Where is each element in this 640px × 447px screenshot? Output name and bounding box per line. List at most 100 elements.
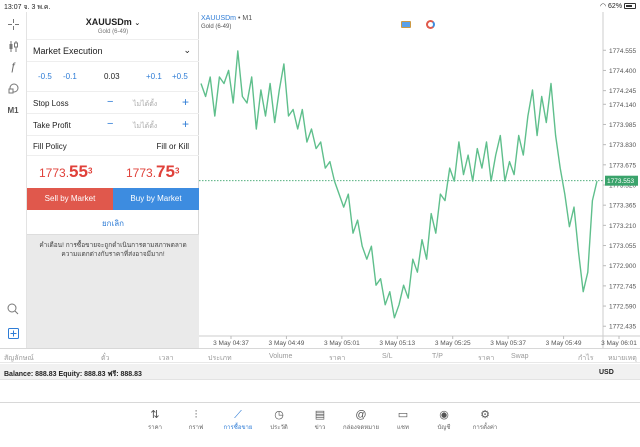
tab-news[interactable]: ▤ ข่าว (300, 408, 340, 432)
quotes-icon: ⇅ (150, 409, 160, 421)
order-panel: XAUUSDm ⌄ Gold (6-49) Market Execution ⌄… (27, 12, 199, 348)
tab-history[interactable]: ◷ ประวัติ (259, 408, 299, 432)
price-series-line (200, 50, 598, 319)
chevron-down-icon: ⌄ (134, 20, 141, 27)
col-ticket[interactable]: ตั๋ว (101, 353, 109, 364)
col-type[interactable]: ประเภท (208, 353, 232, 364)
tab-quotes[interactable]: ⇅ ราคา (135, 408, 175, 432)
zoom-search-icon[interactable] (5, 302, 21, 316)
history-icon: ◷ (274, 409, 284, 421)
chart-canvas: 1774.555 1774.400 1774.245 1774.140 1773.985… (199, 12, 640, 348)
take-profit-row: Take Profit − ไม่ได้ตั้ง + (27, 114, 199, 136)
col-swap[interactable]: Swap (511, 353, 529, 360)
col-volume[interactable]: Volume (269, 353, 292, 360)
timeframe-button[interactable]: M1 (5, 103, 21, 117)
candles-icon[interactable] (5, 39, 21, 53)
buy-by-market-button[interactable]: Buy by Market (113, 188, 199, 210)
tab-news-label: ข่าว (314, 425, 326, 431)
status-battery: ◠ 62% (600, 2, 636, 10)
balance-row: Balance: 888.83 Equity: 888.83 ฟรี: 888.… (0, 364, 640, 380)
tab-settings[interactable]: ⚙ การตั้งค่า (465, 408, 505, 432)
tab-mailbox-label: กล่องจดหมาย (342, 425, 380, 431)
fill-policy-row[interactable]: Fill Policy Fill or Kill (27, 136, 199, 156)
y-tick-label: 1772.900 (609, 263, 636, 270)
col-sl[interactable]: S/L (382, 353, 393, 360)
tab-chart[interactable]: ⫶ กราฟ (176, 408, 216, 432)
y-tick-label: 1772.745 (609, 283, 636, 290)
execution-type-label: Market Execution (33, 46, 103, 56)
bottom-tab-bar: ⇅ ราคา ⫶ กราฟ ⟋ การซื้อขาย ◷ ประวัติ ▤ ข่าว @… (0, 402, 640, 447)
balance-text: Balance: 888.83 Equity: 888.83 ฟรี: 888.… (4, 371, 142, 378)
col-symbol[interactable]: สัญลักษณ์ (4, 353, 34, 364)
execution-type-select[interactable]: Market Execution ⌄ (27, 40, 199, 62)
take-profit-input[interactable]: ไม่ได้ตั้ง (133, 121, 157, 132)
balance-currency: USD (599, 369, 614, 376)
tab-chart-label: กราฟ (188, 425, 204, 431)
warning-text: คำเตือน! การซื้อขายจะถูกดำเนินการตามสภาพ… (39, 242, 187, 258)
x-tick-label: 3 May 05:25 (435, 340, 471, 347)
y-tick-label: 1774.555 (609, 48, 636, 55)
chevron-down-icon: ⌄ (183, 45, 191, 55)
volume-plus-0-1[interactable]: +0.1 (146, 72, 162, 81)
fill-policy-value: Fill or Kill (156, 142, 189, 151)
add-order-icon[interactable] (5, 326, 21, 340)
trade-icon: ⟋ (234, 409, 242, 421)
col-price[interactable]: ราคา (329, 353, 345, 364)
crosshair-icon[interactable] (5, 17, 21, 31)
stop-loss-minus-button[interactable]: − (107, 96, 113, 108)
fill-policy-label: Fill Policy (33, 142, 67, 151)
cancel-button[interactable]: ยกเลิก (27, 217, 199, 230)
account-icon: ◉ (439, 409, 449, 421)
stop-loss-label: Stop Loss (33, 99, 69, 108)
price-chart[interactable]: XAUUSDm • M1 Gold (6-49) 1774.555 1774.40… (199, 12, 640, 348)
tab-chat-label: แชท (397, 425, 409, 431)
current-price-tag-label: 1773.553 (607, 178, 634, 185)
y-tick-label: 1772.435 (609, 324, 636, 331)
y-tick-label: 1773.365 (609, 203, 636, 210)
tab-accounts-label: บัญชี (437, 425, 451, 431)
y-tick-label: 1774.140 (609, 102, 636, 109)
y-tick-label: 1773.985 (609, 122, 636, 129)
volume-minus-0-1[interactable]: -0.1 (63, 72, 77, 81)
symbol-name: XAUUSDm (85, 17, 132, 27)
warning-box: คำเตือน! การซื้อขายจะถูกดำเนินการตามสภาพ… (27, 234, 199, 348)
tab-history-label: ประวัติ (270, 425, 288, 431)
x-tick-label: 3 May 04:37 (213, 340, 249, 347)
stop-loss-row: Stop Loss − ไม่ได้ตั้ง + (27, 92, 199, 114)
volume-plus-0-5[interactable]: +0.5 (172, 72, 188, 81)
col-current-price[interactable]: ราคา (478, 353, 494, 364)
sell-by-market-button[interactable]: Sell by Market (27, 188, 113, 210)
y-tick-label: 1772.590 (609, 304, 636, 311)
trade-table-header: สัญลักษณ์ ตั๋ว เวลา ประเภท Volume ราคา S… (0, 348, 640, 363)
tab-trade-label: การซื้อขาย (223, 425, 253, 431)
ask-price: 1773.753 (126, 162, 180, 181)
tab-accounts[interactable]: ◉ บัญชี (424, 408, 464, 432)
indicators-icon[interactable]: ƒ (5, 60, 21, 74)
stop-loss-plus-button[interactable]: + (182, 95, 189, 109)
y-tick-label: 1774.245 (609, 88, 636, 95)
take-profit-plus-button[interactable]: + (182, 117, 189, 131)
volume-minus-0-5[interactable]: -0.5 (38, 72, 52, 81)
col-comment[interactable]: หมายเหตุ (608, 353, 637, 364)
take-profit-minus-button[interactable]: − (107, 118, 113, 130)
col-time[interactable]: เวลา (159, 353, 174, 364)
x-tick-label: 3 May 06:01 (601, 340, 637, 347)
volume-input[interactable]: 0.03 (104, 72, 120, 81)
y-tick-label: 1773.830 (609, 142, 636, 149)
battery-level: 62% (608, 3, 623, 10)
objects-icon[interactable] (5, 81, 21, 95)
tab-chat[interactable]: ▭ แชท (383, 408, 423, 432)
symbol-header[interactable]: XAUUSDm ⌄ Gold (6-49) (27, 12, 199, 40)
settings-icon: ⚙ (480, 409, 490, 421)
col-profit[interactable]: กำไร (578, 353, 593, 364)
chart-icon: ⫶ (194, 409, 198, 421)
tab-mailbox[interactable]: @ กล่องจดหมาย (341, 408, 381, 432)
tab-trade[interactable]: ⟋ การซื้อขาย (218, 408, 258, 432)
tab-quotes-label: ราคา (148, 425, 162, 431)
status-date: จ. 3 พ.ค. (23, 4, 51, 11)
chart-tools-strip: ƒ M1 (0, 12, 27, 348)
stop-loss-input[interactable]: ไม่ได้ตั้ง (133, 99, 157, 110)
col-tp[interactable]: T/P (432, 353, 443, 360)
mailbox-icon: @ (355, 409, 367, 421)
chat-icon: ▭ (397, 409, 409, 421)
